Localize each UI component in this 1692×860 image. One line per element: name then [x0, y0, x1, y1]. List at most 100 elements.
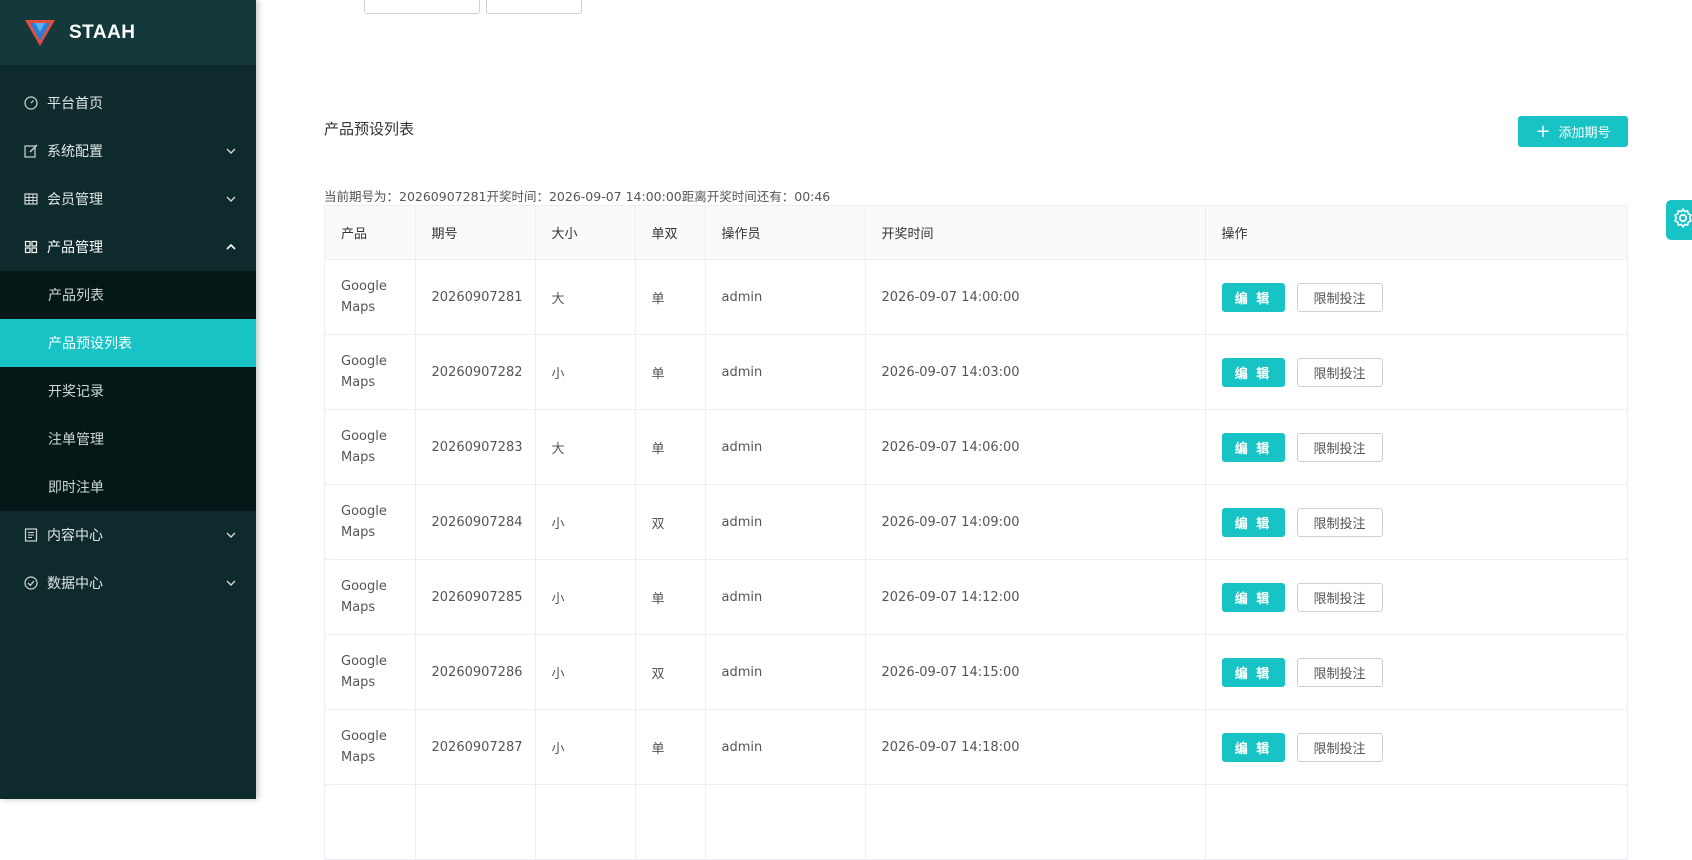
apps-icon [24, 240, 38, 254]
cell-size: 小 [535, 334, 636, 410]
column-header-product: 产品 [325, 206, 416, 260]
cell-operator: admin [705, 634, 866, 710]
sidebar-item-label: 内容中心 [47, 528, 103, 544]
cell-draw-time: 2026-09-07 14:00:00 [865, 259, 1206, 335]
cell-period: 20260907282 [415, 334, 536, 410]
sidebar-item-products[interactable]: 产品管理 [0, 223, 256, 271]
limit-bet-button[interactable]: 限制投注 [1296, 507, 1383, 537]
sidebar-menu: 平台首页 系统配置 会员管理 产品管理 产品列表 产品预设列表 开奖记录 注单管… [0, 65, 256, 607]
limit-bet-button[interactable]: 限制投注 [1296, 732, 1383, 762]
cell-parity: 双 [635, 484, 706, 560]
cell-draw-time: 2026-09-07 14:09:00 [865, 484, 1206, 560]
sidebar-item-label: 平台首页 [47, 96, 103, 112]
cell-size: 小 [535, 559, 636, 635]
cell-parity: 单 [635, 409, 706, 485]
logo-icon [25, 19, 55, 46]
cell-period: 20260907281 [415, 259, 536, 335]
sidebar-subitem-product-list[interactable]: 产品列表 [0, 271, 256, 319]
sidebar-subitem-bet-management[interactable]: 注单管理 [0, 415, 256, 463]
edit-button[interactable]: 编 辑 [1221, 507, 1285, 537]
add-period-label: 添加期号 [1558, 126, 1611, 141]
cell-size: 小 [535, 709, 636, 785]
limit-bet-button[interactable]: 限制投注 [1296, 657, 1383, 687]
cell-parity: 双 [635, 634, 706, 710]
edit-button[interactable]: 编 辑 [1221, 657, 1285, 687]
column-header-size: 大小 [535, 206, 636, 260]
sidebar-subitem-draw-records[interactable]: 开奖记录 [0, 367, 256, 415]
edit-button[interactable]: 编 辑 [1221, 582, 1285, 612]
brand-logo[interactable]: STAAH [0, 0, 256, 65]
table-header-row: 产品 期号 大小 单双 操作员 开奖时间 操作 [325, 206, 1627, 260]
edit-icon [24, 144, 38, 158]
cell-period: 20260907283 [415, 409, 536, 485]
column-header-actions: 操作 [1205, 206, 1627, 260]
sidebar-subitem-live-bets[interactable]: 即时注单 [0, 463, 256, 511]
cell-operator: admin [705, 559, 866, 635]
cell-operator: admin [705, 709, 866, 785]
edit-button[interactable]: 编 辑 [1221, 282, 1285, 312]
edit-button[interactable]: 编 辑 [1221, 357, 1285, 387]
cell-operator: admin [705, 409, 866, 485]
cell-product: Google Maps [325, 709, 416, 785]
cell-actions: 编 辑限制投注 [1205, 709, 1627, 785]
cell-parity: 单 [635, 709, 706, 785]
cell-size: 小 [535, 634, 636, 710]
column-header-draw-time: 开奖时间 [865, 206, 1206, 260]
table-row: Google Maps 20260907286 小 双 admin 2026-0… [325, 634, 1627, 710]
cell-product: Google Maps [325, 334, 416, 410]
table-row: Google Maps 20260907285 小 单 admin 2026-0… [325, 559, 1627, 635]
current-period-info: 当前期号为：20260907281开奖时间：2026-09-07 14:00:0… [324, 189, 831, 204]
limit-bet-button[interactable]: 限制投注 [1296, 432, 1383, 462]
cell-draw-time: 2026-09-07 14:18:00 [865, 709, 1206, 785]
cell-product: Google Maps [325, 409, 416, 485]
cell-period: 20260907286 [415, 634, 536, 710]
column-header-parity: 单双 [635, 206, 706, 260]
settings-drawer-toggle[interactable] [1666, 200, 1692, 240]
sidebar-item-label: 会员管理 [47, 192, 103, 208]
top-button-2[interactable] [486, 0, 582, 14]
check-circle-icon [24, 576, 38, 590]
page-title: 产品预设列表 [324, 120, 415, 138]
cell-actions: 编 辑限制投注 [1205, 409, 1627, 485]
cell-size: 大 [535, 259, 636, 335]
brand-name: STAAH [69, 21, 136, 43]
add-period-button[interactable]: + 添加期号 [1518, 116, 1628, 147]
column-header-period: 期号 [415, 206, 536, 260]
cell-product: Google Maps [325, 559, 416, 635]
cell-draw-time: 2026-09-07 14:06:00 [865, 409, 1206, 485]
chevron-down-icon [226, 580, 236, 586]
cell-product: Google Maps [325, 484, 416, 560]
edit-button[interactable]: 编 辑 [1221, 732, 1285, 762]
chevron-down-icon [226, 196, 236, 202]
limit-bet-button[interactable]: 限制投注 [1296, 357, 1383, 387]
sidebar-item-content-center[interactable]: 内容中心 [0, 511, 256, 559]
cell-actions: 编 辑限制投注 [1205, 559, 1627, 635]
sidebar-item-data-center[interactable]: 数据中心 [0, 559, 256, 607]
cell-actions: 编 辑限制投注 [1205, 259, 1627, 335]
products-submenu: 产品列表 产品预设列表 开奖记录 注单管理 即时注单 [0, 271, 256, 511]
dashboard-icon [24, 96, 38, 110]
sidebar-item-system-config[interactable]: 系统配置 [0, 127, 256, 175]
cell-operator: admin [705, 484, 866, 560]
table-row: Google Maps 20260907284 小 双 admin 2026-0… [325, 484, 1627, 560]
cell-actions: 编 辑限制投注 [1205, 334, 1627, 410]
top-button-1[interactable] [364, 0, 480, 14]
sidebar-item-label: 系统配置 [47, 144, 103, 160]
edit-button[interactable]: 编 辑 [1221, 432, 1285, 462]
sidebar-item-label: 数据中心 [47, 576, 103, 592]
cell-parity: 单 [635, 559, 706, 635]
cell-draw-time: 2026-09-07 14:03:00 [865, 334, 1206, 410]
cell-parity: 单 [635, 259, 706, 335]
sidebar-subitem-product-preset-list[interactable]: 产品预设列表 [0, 319, 256, 367]
cell-operator: admin [705, 334, 866, 410]
sidebar-item-home[interactable]: 平台首页 [0, 79, 256, 127]
cell-draw-time: 2026-09-07 14:15:00 [865, 634, 1206, 710]
limit-bet-button[interactable]: 限制投注 [1296, 582, 1383, 612]
table-row: Google Maps 20260907283 大 单 admin 2026-0… [325, 409, 1627, 485]
limit-bet-button[interactable]: 限制投注 [1296, 282, 1383, 312]
cell-operator: admin [705, 259, 866, 335]
plus-icon: + [1535, 120, 1551, 142]
cell-draw-time: 2026-09-07 14:12:00 [865, 559, 1206, 635]
sidebar-item-members[interactable]: 会员管理 [0, 175, 256, 223]
cell-product: Google Maps [325, 634, 416, 710]
